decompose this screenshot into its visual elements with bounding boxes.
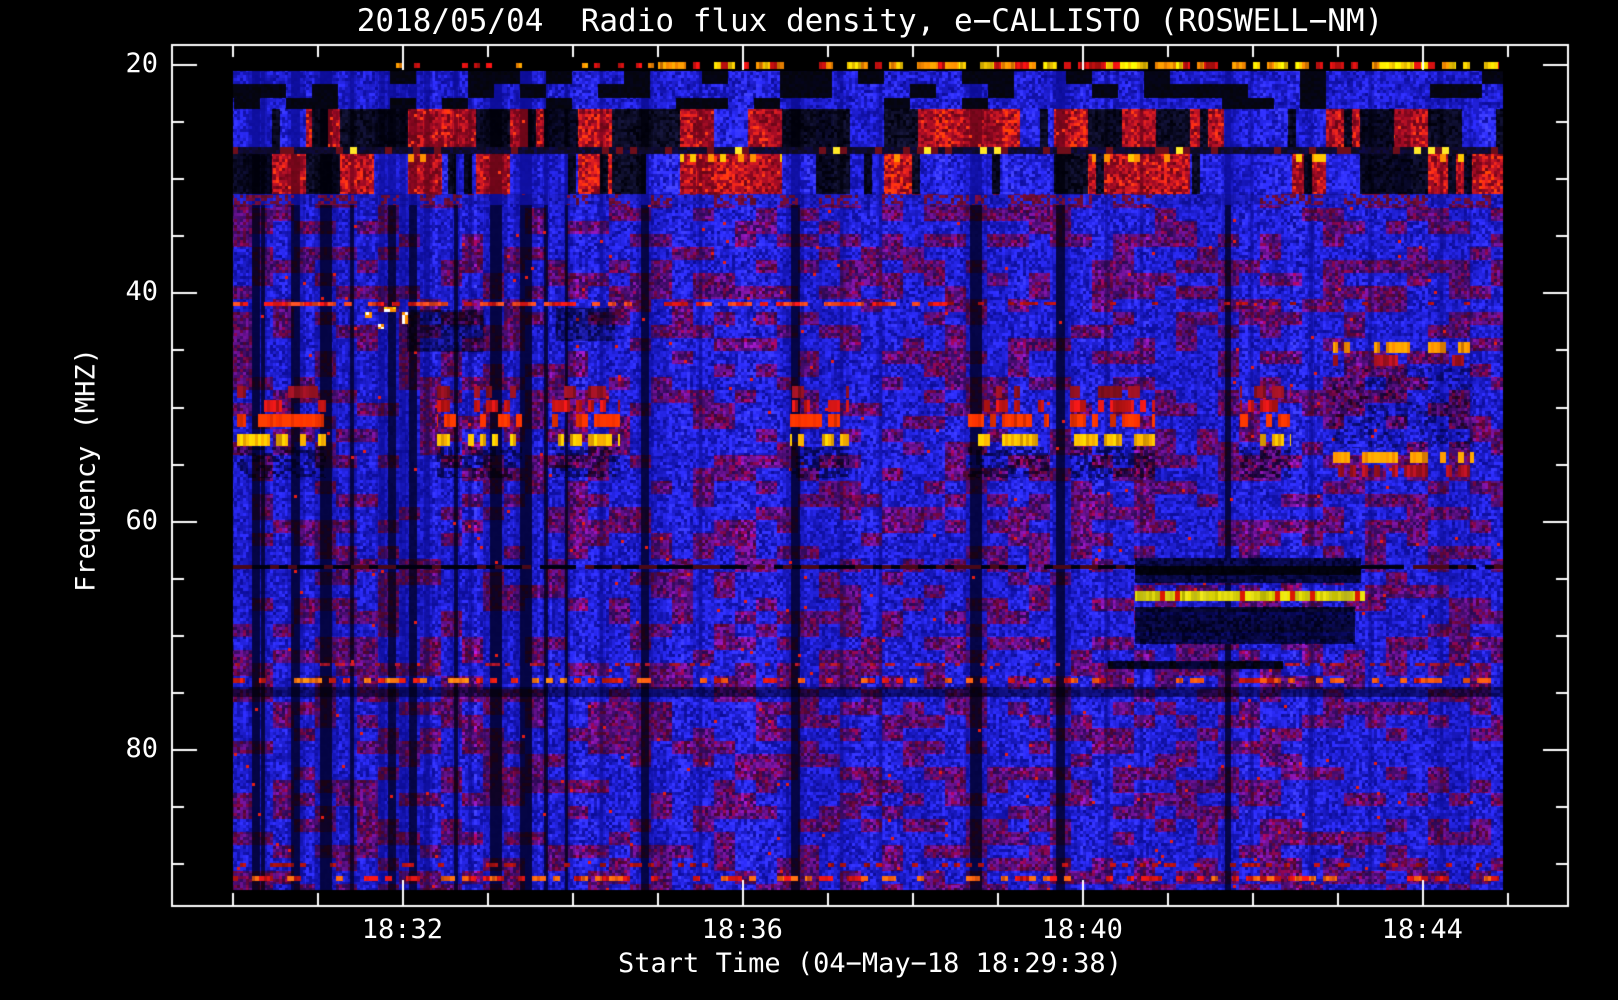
spectrogram-canvas bbox=[0, 0, 1618, 1000]
x-tick-label: 18:40 bbox=[1041, 914, 1123, 945]
x-axis-tick-labels: 18:32 18:36 18:40 18:44 bbox=[0, 914, 1618, 948]
x-tick-label: 18:32 bbox=[361, 914, 443, 945]
x-tick-label: 18:44 bbox=[1381, 914, 1463, 945]
radio-spectrogram-figure: 2018/05/04 Radio flux density, e−CALLIST… bbox=[0, 0, 1618, 1000]
y-tick-label: 20 bbox=[125, 47, 158, 79]
y-axis-tick-labels: 20 40 60 80 bbox=[0, 0, 170, 1000]
y-tick-label: 60 bbox=[125, 504, 158, 536]
y-tick-label: 40 bbox=[125, 276, 158, 308]
chart-title: 2018/05/04 Radio flux density, e−CALLIST… bbox=[356, 3, 1384, 39]
x-tick-label: 18:36 bbox=[701, 914, 783, 945]
y-tick-label: 80 bbox=[125, 733, 158, 765]
x-axis-label: Start Time (04−May−18 18:29:38) bbox=[618, 948, 1122, 979]
